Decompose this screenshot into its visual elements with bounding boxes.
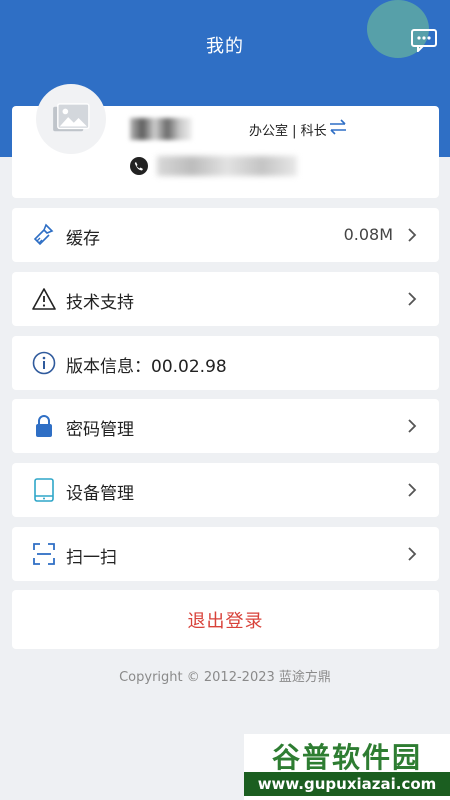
menu-label: 缓存	[66, 229, 100, 249]
chevron-right-icon	[408, 483, 417, 497]
info-icon	[32, 351, 56, 375]
logout-button[interactable]: 退出登录	[12, 590, 439, 649]
lock-icon	[36, 415, 52, 437]
phone-number-redacted	[157, 156, 297, 176]
menu-item-scan[interactable]: 扫一扫	[12, 527, 439, 581]
menu-label: 设备管理	[66, 484, 134, 504]
menu-item-password[interactable]: 密码管理	[12, 399, 439, 453]
menu-label: 技术支持	[66, 293, 134, 313]
chat-icon[interactable]	[410, 28, 438, 52]
watermark-title: 谷普软件园	[271, 741, 422, 774]
version-label: 版本信息：00.02.98	[66, 357, 227, 377]
menu-label: 扫一扫	[66, 548, 117, 568]
chevron-right-icon	[408, 228, 417, 242]
site-watermark: 谷普软件园 www.gupuxiazai.com	[244, 734, 450, 800]
tablet-icon	[34, 478, 54, 502]
avatar[interactable]	[36, 84, 106, 154]
menu-item-cache[interactable]: 缓存 0.08M	[12, 208, 439, 262]
user-name-redacted	[130, 118, 192, 140]
chevron-right-icon	[408, 547, 417, 561]
chevron-right-icon	[408, 292, 417, 306]
scan-icon	[33, 543, 55, 565]
department-title: 办公室 | 科长	[249, 124, 327, 139]
menu-label: 密码管理	[66, 420, 134, 440]
menu-item-tech-support[interactable]: 技术支持	[12, 272, 439, 326]
broom-icon	[33, 223, 54, 246]
switch-role-icon[interactable]	[328, 118, 348, 136]
menu-item-device[interactable]: 设备管理	[12, 463, 439, 517]
watermark-url: www.gupuxiazai.com	[244, 772, 450, 796]
logout-label: 退出登录	[187, 610, 264, 632]
menu-item-version-info: 版本信息：00.02.98	[12, 336, 439, 390]
phone-icon	[130, 157, 148, 175]
image-placeholder-icon	[53, 103, 90, 132]
warning-icon	[32, 288, 56, 310]
copyright-text: Copyright © 2012-2023 蓝途方鼎	[119, 670, 331, 685]
cache-size: 0.08M	[343, 225, 393, 244]
chevron-right-icon	[408, 419, 417, 433]
